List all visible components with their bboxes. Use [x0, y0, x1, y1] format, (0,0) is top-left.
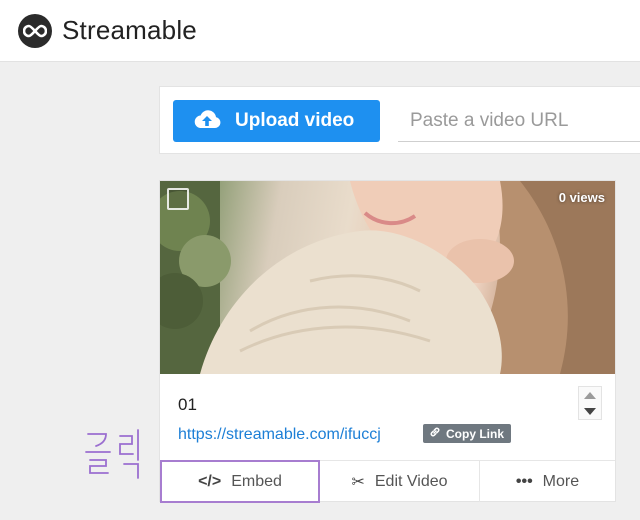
handwritten-annotation: [82, 424, 152, 484]
video-url-input[interactable]: [398, 100, 640, 142]
video-title[interactable]: 01: [178, 395, 197, 415]
reorder-arrows: [578, 386, 602, 420]
scissors-icon: ✂: [351, 473, 365, 491]
embed-label: Embed: [231, 472, 282, 490]
edit-video-button[interactable]: ✂ Edit Video: [320, 461, 480, 502]
upload-panel: Upload video: [159, 86, 640, 154]
upload-video-label: Upload video: [235, 110, 355, 131]
copy-link-label: Copy Link: [446, 426, 505, 441]
copy-link-button[interactable]: Copy Link: [423, 424, 512, 443]
more-label: More: [542, 472, 580, 490]
edit-video-label: Edit Video: [374, 472, 448, 490]
code-icon: </>: [198, 472, 222, 490]
cloud-upload-icon: [193, 108, 221, 135]
move-down-icon[interactable]: [584, 407, 596, 415]
move-up-icon[interactable]: [584, 391, 596, 399]
video-card: 0 views 01 https://streamable.com/ifuccj…: [159, 180, 616, 503]
link-icon: [429, 426, 446, 441]
embed-button[interactable]: </> Embed: [160, 460, 320, 503]
top-header: Streamable: [0, 0, 640, 62]
more-dots-icon: •••: [515, 472, 533, 490]
video-link[interactable]: https://streamable.com/ifuccj: [178, 426, 381, 444]
video-actions-bar: </> Embed ✂ Edit Video ••• More: [160, 460, 615, 503]
streamable-logo-icon[interactable]: [18, 13, 52, 48]
upload-video-button[interactable]: Upload video: [173, 100, 380, 142]
more-button[interactable]: ••• More: [480, 461, 615, 502]
video-thumbnail[interactable]: 0 views: [160, 181, 615, 374]
brand-name[interactable]: Streamable: [62, 15, 197, 46]
select-checkbox[interactable]: [167, 188, 189, 210]
view-count: 0 views: [558, 190, 605, 205]
